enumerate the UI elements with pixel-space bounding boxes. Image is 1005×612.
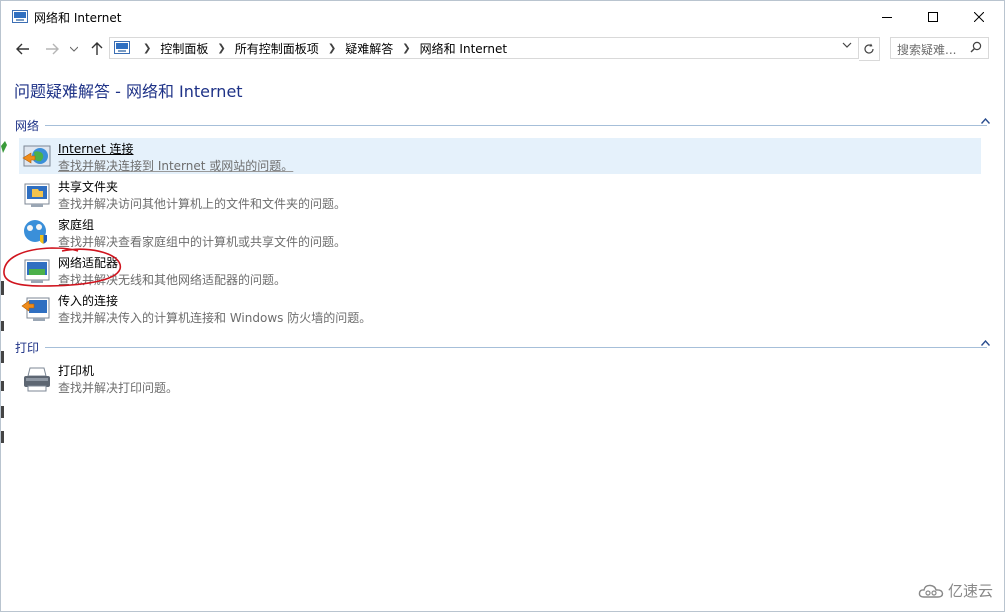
title-bar: 网络和 Internet xyxy=(1,1,1004,33)
breadcrumb: ❯ 控制面板 ❯ 所有控制面板项 ❯ 疑难解答 ❯ 网络和 Internet xyxy=(134,40,507,57)
cloud-logo-icon xyxy=(918,584,944,598)
troubleshooter-name[interactable]: 共享文件夹 xyxy=(58,178,118,195)
breadcrumb-item[interactable]: 疑难解答 xyxy=(345,40,393,57)
annotation-circle xyxy=(3,247,121,287)
page-title: 问题疑难解答 - 网络和 Internet xyxy=(14,82,243,101)
minimize-icon xyxy=(882,16,892,18)
control-panel-icon xyxy=(12,10,28,23)
troubleshooter-description[interactable]: 查找并解决传入的计算机连接和 Windows 防火墙的问题。 xyxy=(58,309,371,326)
chevron-up-icon[interactable] xyxy=(981,340,990,346)
group-label: 网络 xyxy=(15,119,40,133)
breadcrumb-item[interactable]: 所有控制面板项 xyxy=(235,40,319,57)
arrow-right-icon xyxy=(46,43,59,55)
maximize-button[interactable] xyxy=(910,1,956,32)
group-divider xyxy=(45,125,987,126)
breadcrumb-separator-icon[interactable]: ❯ xyxy=(328,43,336,54)
chevron-down-icon[interactable] xyxy=(842,42,852,49)
breadcrumb-item[interactable]: 控制面板 xyxy=(160,40,208,57)
forward-button[interactable] xyxy=(42,39,62,59)
printer-icon xyxy=(24,367,50,392)
watermark-text: 亿速云 xyxy=(948,582,994,600)
group-label: 打印 xyxy=(15,341,40,355)
group-header-network: 网络 xyxy=(15,117,995,133)
troubleshooter-name[interactable]: 家庭组 xyxy=(58,216,94,233)
incoming-connections-icon xyxy=(21,297,50,321)
chevron-down-icon xyxy=(70,46,78,52)
control-panel-icon xyxy=(114,41,130,54)
arrow-left-icon xyxy=(16,43,29,55)
close-icon xyxy=(974,11,984,22)
breadcrumb-item[interactable]: 网络和 Internet xyxy=(420,40,507,57)
troubleshooter-printer[interactable]: 打印机 查找并解决打印问题。 xyxy=(19,360,981,396)
troubleshooter-description[interactable]: 查找并解决访问其他计算机上的文件和文件夹的问题。 xyxy=(58,195,346,212)
back-button[interactable] xyxy=(13,39,33,59)
minimize-button[interactable] xyxy=(864,1,910,32)
group-divider xyxy=(45,347,987,348)
search-icon[interactable] xyxy=(970,41,982,53)
breadcrumb-separator-icon: ❯ xyxy=(143,43,152,54)
search-box[interactable]: 搜索疑难... xyxy=(890,37,989,59)
troubleshooter-description[interactable]: 查找并解决打印问题。 xyxy=(58,379,178,396)
troubleshooter-incoming-connections[interactable]: 传入的连接 查找并解决传入的计算机连接和 Windows 防火墙的问题。 xyxy=(19,290,981,326)
window-title: 网络和 Internet xyxy=(34,11,122,25)
troubleshooter-name[interactable]: Internet 连接 xyxy=(58,140,133,157)
breadcrumb-separator-icon[interactable]: ❯ xyxy=(217,43,225,54)
troubleshooter-shared-folders[interactable]: 共享文件夹 查找并解决访问其他计算机上的文件和文件夹的问题。 xyxy=(19,176,981,212)
arrow-up-icon xyxy=(91,42,103,55)
control-panel-window: 网络和 Internet ❯ 控制面板 ❯ 所有控制面板项 ❯ 疑难解答 ❯ 网… xyxy=(0,0,1005,612)
chevron-up-icon[interactable] xyxy=(981,118,990,124)
recent-locations-button[interactable] xyxy=(64,39,84,59)
troubleshooter-homegroup[interactable]: 家庭组 查找并解决查看家庭组中的计算机或共享文件的问题。 xyxy=(19,214,981,250)
refresh-icon xyxy=(864,43,874,54)
troubleshooter-name[interactable]: 传入的连接 xyxy=(58,292,118,309)
troubleshooter-network-adapter[interactable]: 网络适配器 查找并解决无线和其他网络适配器的问题。 xyxy=(19,252,981,288)
watermark: 亿速云 xyxy=(918,580,993,601)
troubleshooter-name[interactable]: 打印机 xyxy=(58,362,94,379)
maximize-icon xyxy=(928,11,938,22)
troubleshooter-internet-connection[interactable]: Internet 连接 查找并解决连接到 Internet 或网站的问题。 xyxy=(19,138,981,174)
internet-connection-icon xyxy=(22,145,51,167)
breadcrumb-separator-icon[interactable]: ❯ xyxy=(402,43,410,54)
group-header-printing: 打印 xyxy=(15,339,995,355)
search-placeholder: 搜索疑难... xyxy=(897,43,957,57)
up-button[interactable] xyxy=(87,39,107,59)
troubleshooter-description[interactable]: 查找并解决连接到 Internet 或网站的问题。 xyxy=(58,157,293,174)
shared-folders-icon xyxy=(24,183,50,207)
address-bar[interactable]: ❯ 控制面板 ❯ 所有控制面板项 ❯ 疑难解答 ❯ 网络和 Internet xyxy=(109,37,859,59)
close-button[interactable] xyxy=(956,1,1002,32)
refresh-button[interactable] xyxy=(859,37,880,61)
